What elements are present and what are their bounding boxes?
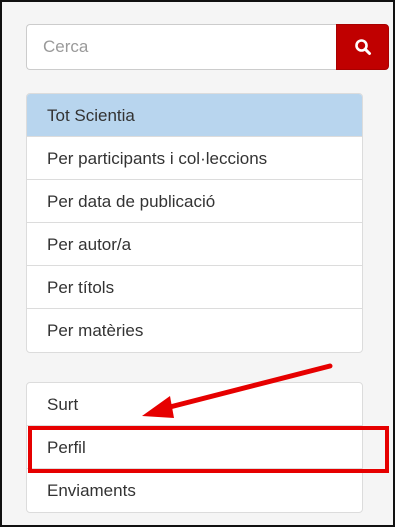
browse-item-by-author[interactable]: Per autor/a [27,223,362,266]
account-item-logout[interactable]: Surt [27,383,362,426]
browse-item-by-subject[interactable]: Per matèries [27,309,362,352]
account-menu: Surt Perfil Enviaments [26,382,363,513]
browse-item-by-issue-date[interactable]: Per data de publicació [27,180,362,223]
browse-menu: Tot Scientia Per participants i col·lecc… [26,93,363,353]
search-icon [354,39,371,55]
browse-item-by-communities-collections[interactable]: Per participants i col·leccions [27,137,362,180]
browse-item-all-scientia[interactable]: Tot Scientia [27,94,362,137]
search-bar [26,24,389,70]
account-item-submissions[interactable]: Enviaments [27,469,362,512]
search-input[interactable] [26,24,336,70]
browse-item-by-title[interactable]: Per títols [27,266,362,309]
account-item-profile[interactable]: Perfil [27,426,362,469]
search-button[interactable] [336,24,389,70]
